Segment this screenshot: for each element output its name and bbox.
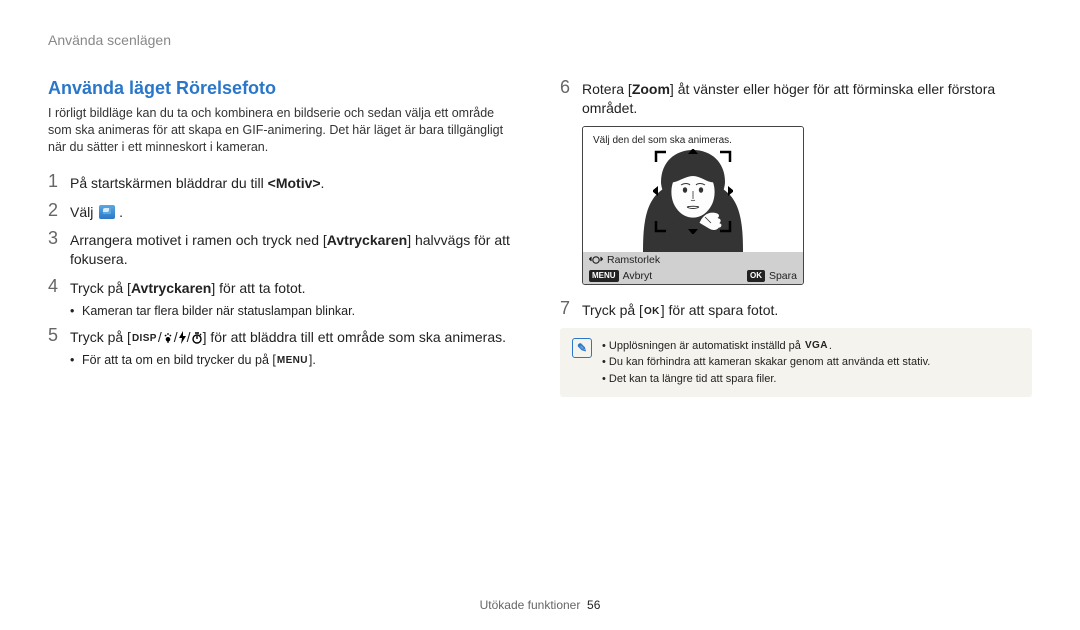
step-number: 4 — [48, 277, 70, 298]
menu-button-icon: MENU — [276, 355, 309, 366]
camera-preview: Välj den del som ska animeras. — [583, 127, 803, 252]
step-body: Välj . — [70, 201, 520, 222]
zoom-lever-icon — [589, 255, 603, 265]
step-2: 2 Välj . — [48, 201, 520, 222]
step-bold: Avtryckaren — [327, 232, 407, 248]
info-item: Upplösningen är automatiskt inställd på … — [602, 338, 930, 355]
step-number: 7 — [560, 299, 582, 320]
macro-flower-icon — [162, 332, 174, 344]
camera-screenshot: Välj den del som ska animeras. — [582, 126, 804, 285]
step-body: Tryck på [DISP///] för att bläddra till … — [70, 326, 520, 347]
selection-frame — [653, 149, 733, 234]
step-number: 2 — [48, 201, 70, 222]
step-5-note: • För att ta om en bild trycker du på [M… — [70, 353, 520, 367]
cancel-label: Avbryt — [623, 270, 653, 282]
overlay-instruction: Välj den del som ska animeras. — [593, 135, 732, 146]
step-bold: Zoom — [632, 81, 670, 97]
right-column: 6 Rotera [Zoom] åt vänster eller höger f… — [560, 78, 1032, 397]
bullet-dot: • — [70, 304, 82, 318]
step-bold: Avtryckaren — [131, 280, 211, 296]
step-7: 7 Tryck på [OK] för att spara fotot. — [560, 299, 1032, 320]
step-6: 6 Rotera [Zoom] åt vänster eller höger f… — [560, 78, 1032, 118]
info-text: . — [829, 340, 832, 352]
info-list: Upplösningen är automatiskt inställd på … — [602, 338, 930, 388]
left-column: Använda läget Rörelsefoto I rörligt bild… — [48, 78, 520, 397]
step-text: På startskärmen bläddrar du till — [70, 175, 268, 191]
step-text: ] för att bläddra till ett område som sk… — [203, 329, 506, 345]
ok-badge: OK — [747, 270, 765, 282]
step-text: . — [321, 175, 325, 191]
step-body: Tryck på [OK] för att spara fotot. — [582, 299, 1032, 320]
note-segment: ]. — [309, 353, 316, 367]
intro-paragraph: I rörligt bildläge kan du ta och kombine… — [48, 105, 520, 156]
section-title: Använda läget Rörelsefoto — [48, 78, 520, 99]
page-footer: Utökade funktioner 56 — [0, 598, 1080, 612]
step-4-note: • Kameran tar flera bilder när statuslam… — [70, 304, 520, 318]
step-5: 5 Tryck på [DISP///] för att bläddra til… — [48, 326, 520, 347]
step-number: 6 — [560, 78, 582, 118]
step-number: 5 — [48, 326, 70, 347]
step-text: ] för att ta fotot. — [211, 280, 305, 296]
ok-button-icon: OK — [643, 305, 661, 319]
self-timer-icon — [191, 332, 203, 344]
two-column-layout: Använda läget Rörelsefoto I rörligt bild… — [48, 78, 1032, 397]
step-1: 1 På startskärmen bläddrar du till <Moti… — [48, 172, 520, 193]
step-3: 3 Arrangera motivet i ramen och tryck ne… — [48, 229, 520, 269]
note-text: Kameran tar flera bilder när statuslampa… — [82, 304, 355, 318]
running-head: Använda scenlägen — [48, 32, 1032, 48]
step-text: Välj — [70, 204, 97, 220]
step-number: 1 — [48, 172, 70, 193]
camera-control-bar: Ramstorlek MENU Avbryt OK Spara — [583, 252, 803, 284]
disp-button-icon: DISP — [131, 332, 158, 346]
bullet-dot: • — [70, 353, 82, 367]
step-number: 3 — [48, 229, 70, 269]
manual-page: Använda scenlägen Använda läget Rörelsef… — [0, 0, 1080, 630]
step-body: Arrangera motivet i ramen och tryck ned … — [70, 229, 520, 269]
step-4: 4 Tryck på [Avtryckaren] för att ta foto… — [48, 277, 520, 298]
footer-label: Utökade funktioner — [480, 598, 581, 612]
info-text: Upplösningen är automatiskt inställd på — [609, 340, 804, 352]
info-note-box: ✎ Upplösningen är automatiskt inställd p… — [560, 328, 1032, 398]
step-text: ] för att spara fotot. — [661, 302, 779, 318]
step-bold: <Motiv> — [268, 175, 321, 191]
step-text: Arrangera motivet i ramen och tryck ned … — [70, 232, 327, 248]
step-body: Tryck på [Avtryckaren] för att ta fotot. — [70, 277, 520, 298]
step-text: Tryck på [ — [582, 302, 643, 318]
vga-badge: VGA — [804, 338, 829, 353]
motion-mode-icon — [99, 205, 115, 219]
step-body: Rotera [Zoom] åt vänster eller höger för… — [582, 78, 1032, 118]
note-segment: För att ta om en bild trycker du på [ — [82, 353, 276, 367]
menu-badge: MENU — [589, 270, 619, 282]
zoom-label: Ramstorlek — [607, 254, 660, 266]
step-body: På startskärmen bläddrar du till <Motiv>… — [70, 172, 520, 193]
step-text: Rotera [ — [582, 81, 632, 97]
save-label: Spara — [769, 270, 797, 282]
info-item: Du kan förhindra att kameran skakar geno… — [602, 354, 930, 371]
step-text: Tryck på [ — [70, 280, 131, 296]
step-text: . — [119, 204, 123, 220]
step-text: Tryck på [ — [70, 329, 131, 345]
info-item: Det kan ta längre tid att spara filer. — [602, 371, 930, 388]
flash-bolt-icon — [178, 331, 187, 344]
page-number: 56 — [587, 598, 600, 612]
info-icon: ✎ — [572, 338, 592, 358]
control-row-zoom: Ramstorlek — [583, 252, 803, 268]
note-text: För att ta om en bild trycker du på [MEN… — [82, 353, 316, 367]
control-row-actions: MENU Avbryt OK Spara — [583, 268, 803, 284]
